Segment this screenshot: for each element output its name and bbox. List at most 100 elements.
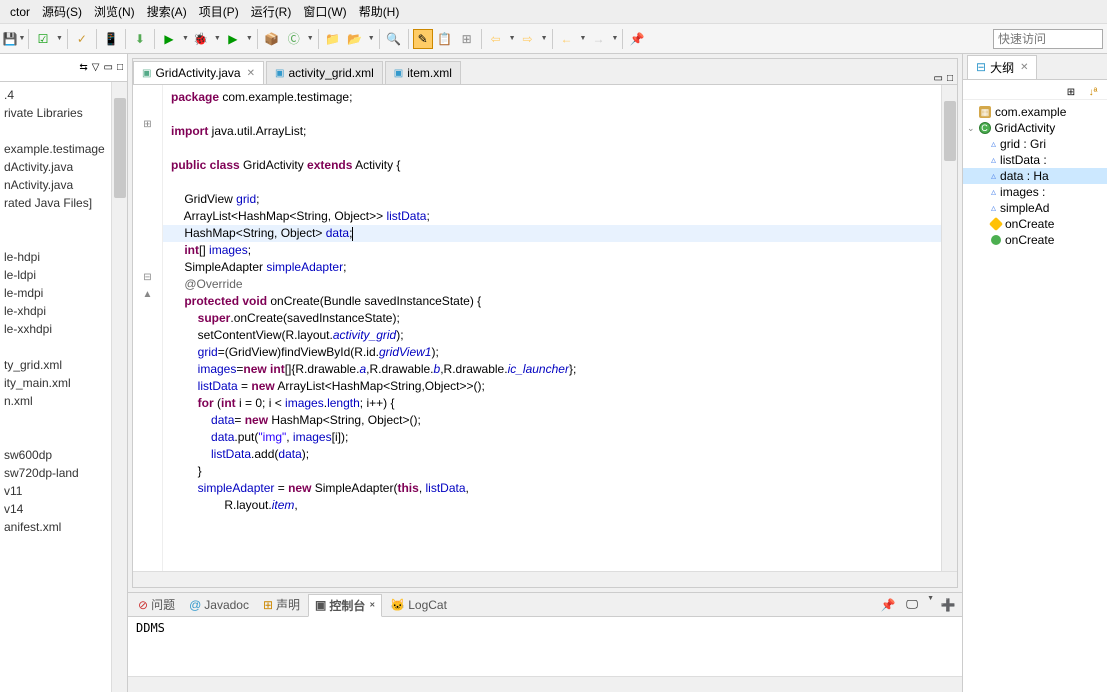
tab-problems[interactable]: ⊘问题 [132, 594, 181, 615]
tree-item[interactable]: sw720dp-land [0, 464, 111, 482]
outline-item[interactable]: ▵images : [963, 184, 1107, 200]
tab-declaration[interactable]: ⊞声明 [257, 594, 306, 615]
gutter-line[interactable] [133, 136, 162, 153]
menu-project[interactable]: 项目(P) [193, 1, 245, 22]
close-icon[interactable]: ✕ [1020, 62, 1028, 73]
new-class-button[interactable]: Ⓒ [284, 29, 304, 49]
menu-search[interactable]: 搜索(A) [141, 1, 193, 22]
code-line[interactable]: listData = new ArrayList<HashMap<String,… [163, 378, 941, 395]
build-button[interactable]: ☑ [33, 29, 53, 49]
tree-item[interactable] [0, 338, 111, 356]
maximize-icon[interactable]: □ [947, 73, 953, 84]
editor-gutter[interactable]: ⊞⊟▲ [133, 85, 163, 571]
tree-item[interactable]: anifest.xml [0, 518, 111, 536]
tree-item[interactable]: ity_main.xml [0, 374, 111, 392]
forward-button[interactable]: ⇨ [518, 29, 538, 49]
code-line[interactable]: R.layout.item, [163, 497, 941, 514]
tab-logcat[interactable]: 🐱LogCat [384, 596, 453, 614]
minimize-icon[interactable]: ▭ [104, 62, 113, 73]
code-line[interactable]: @Override [163, 276, 941, 293]
code-line[interactable]: images=new int[]{R.drawable.a,R.drawable… [163, 361, 941, 378]
tree-item[interactable]: sw600dp [0, 446, 111, 464]
code-line[interactable]: grid=(GridView)findViewById(R.id.gridVie… [163, 344, 941, 361]
code-line[interactable]: for (int i = 0; i < images.length; i++) … [163, 395, 941, 412]
tree-item[interactable]: rated Java Files] [0, 194, 111, 212]
outline-item[interactable]: ▵data : Ha [963, 168, 1107, 184]
code-line[interactable] [163, 174, 941, 191]
code-line[interactable]: package com.example.testimage; [163, 89, 941, 106]
gutter-line[interactable] [133, 170, 162, 187]
tree-item[interactable] [0, 428, 111, 446]
code-line[interactable]: listData.add(data); [163, 446, 941, 463]
code-line[interactable]: data= new HashMap<String, Object>(); [163, 412, 941, 429]
view-menu-icon[interactable]: ▽ [92, 62, 100, 73]
tree-item[interactable]: dActivity.java [0, 158, 111, 176]
gutter-line[interactable]: ⊞ [133, 119, 162, 136]
gutter-line[interactable] [133, 255, 162, 272]
new-folder-button[interactable]: 📁 [323, 29, 343, 49]
maximize-icon[interactable]: □ [117, 62, 123, 73]
code-line[interactable]: import java.util.ArrayList; [163, 123, 941, 140]
tree-item[interactable]: le-xhdpi [0, 302, 111, 320]
gutter-line[interactable] [133, 306, 162, 323]
outline-item[interactable]: onCreate [963, 232, 1107, 248]
tree-item[interactable]: v11 [0, 482, 111, 500]
new-package-button[interactable]: 📦 [262, 29, 282, 49]
outline-item[interactable]: ▵simpleAd [963, 200, 1107, 216]
console-scrollbar-h[interactable] [128, 676, 962, 692]
outline-button[interactable]: ⊞ [457, 29, 477, 49]
menu-refactor[interactable]: ctor [4, 3, 36, 21]
tree-item[interactable]: le-mdpi [0, 284, 111, 302]
save-button[interactable]: 💾▼ [4, 29, 24, 49]
editor-scrollbar-v[interactable] [941, 85, 957, 571]
collapse-icon[interactable]: ⇆ [79, 62, 87, 73]
open-console-icon[interactable]: ➕ [938, 595, 958, 615]
menu-window[interactable]: 窗口(W) [297, 1, 352, 22]
gutter-line[interactable] [133, 102, 162, 119]
tree-item[interactable]: n.xml [0, 392, 111, 410]
code-line[interactable]: int[] images; [163, 242, 941, 259]
tree-item[interactable]: v14 [0, 500, 111, 518]
code-line[interactable]: public class GridActivity extends Activi… [163, 157, 941, 174]
code-line[interactable]: SimpleAdapter simpleAdapter; [163, 259, 941, 276]
gutter-line[interactable] [133, 357, 162, 374]
gutter-line[interactable] [133, 85, 162, 102]
gutter-line[interactable] [133, 493, 162, 510]
gutter-line[interactable] [133, 340, 162, 357]
editor-tab[interactable]: ▣item.xml [385, 61, 461, 84]
tree-item[interactable]: .4 [0, 86, 111, 104]
gutter-line[interactable] [133, 221, 162, 238]
outline-tab[interactable]: ⊟ 大纲 ✕ [967, 55, 1037, 79]
gutter-line[interactable] [133, 459, 162, 476]
run-button[interactable]: ▶ [159, 29, 179, 49]
gutter-line[interactable] [133, 204, 162, 221]
gutter-line[interactable] [133, 442, 162, 459]
project-tree[interactable]: .4rivate Libraries example.testimagedAct… [0, 82, 111, 692]
run-last-button[interactable]: ▶ [223, 29, 243, 49]
nav-back-button[interactable]: ← [557, 29, 577, 49]
code-line[interactable]: ArrayList<HashMap<String, Object>> listD… [163, 208, 941, 225]
task-button[interactable]: 📋 [435, 29, 455, 49]
tab-console[interactable]: ▣控制台✕ [308, 594, 382, 617]
quick-access-input[interactable] [993, 29, 1103, 49]
menu-source[interactable]: 源码(S) [36, 1, 88, 22]
close-icon[interactable]: ✕ [369, 601, 375, 609]
filter-icon[interactable]: ↓ª [1083, 82, 1103, 102]
editor-tab[interactable]: ▣GridActivity.java✕ [133, 61, 264, 84]
outline-item[interactable]: ▵grid : Gri [963, 136, 1107, 152]
code-line[interactable]: super.onCreate(savedInstanceState); [163, 310, 941, 327]
debug-button[interactable]: 🐞 [191, 29, 211, 49]
tree-item[interactable] [0, 212, 111, 230]
code-editor[interactable]: package com.example.testimage; import ja… [163, 85, 941, 571]
gutter-line[interactable] [133, 476, 162, 493]
code-line[interactable]: data.put("img", images[i]); [163, 429, 941, 446]
outline-item[interactable]: ⌄ CGridActivity [963, 120, 1107, 136]
tree-item[interactable] [0, 230, 111, 248]
gutter-line[interactable] [133, 323, 162, 340]
gutter-line[interactable] [133, 238, 162, 255]
outline-tree[interactable]: ▦com.example⌄ CGridActivity▵grid : Gri▵l… [963, 100, 1107, 692]
menu-help[interactable]: 帮助(H) [353, 1, 406, 22]
code-line[interactable] [163, 140, 941, 157]
gutter-line[interactable]: ▲ [133, 289, 162, 306]
gutter-line[interactable] [133, 408, 162, 425]
